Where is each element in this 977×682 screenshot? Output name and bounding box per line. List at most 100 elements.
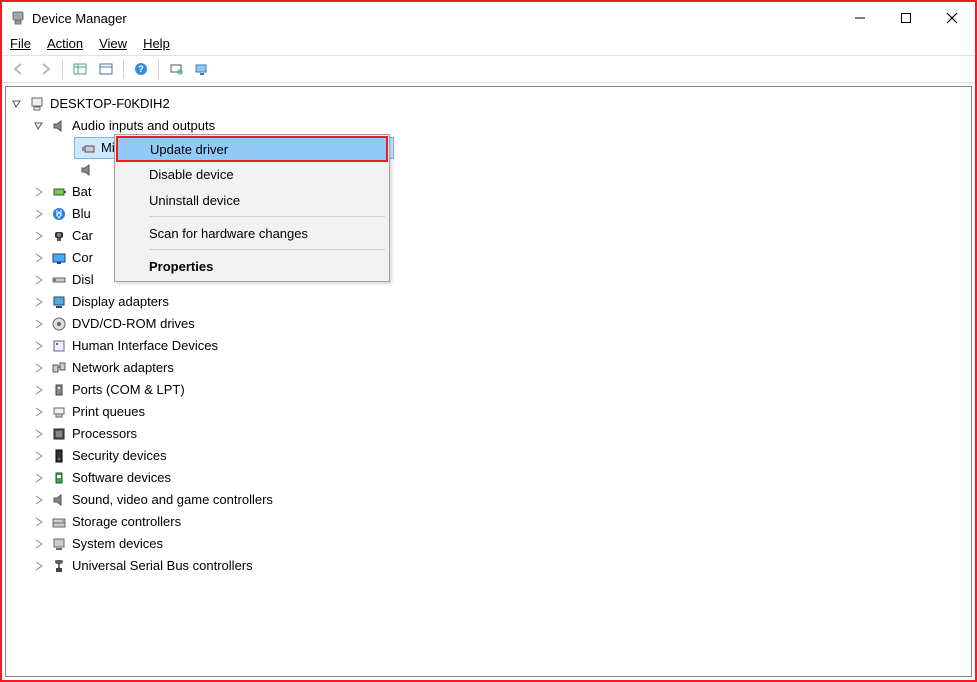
bluetooth-icon [50,205,68,223]
chevron-right-icon[interactable] [32,559,46,573]
speaker-icon [50,117,68,135]
chevron-down-icon[interactable] [10,97,24,111]
menu-item-label: Scan for hardware changes [149,226,308,241]
chevron-right-icon[interactable] [32,427,46,441]
camera-icon [50,227,68,245]
chevron-right-icon[interactable] [32,515,46,529]
tree-category[interactable]: Processors [10,423,967,445]
tree-device-label: Mi [101,137,115,159]
menu-help[interactable]: Help [143,36,170,51]
tree-category[interactable]: DVD/CD-ROM drives [10,313,967,335]
software-icon [50,469,68,487]
menu-scan-hardware[interactable]: Scan for hardware changes [117,220,387,246]
chevron-right-icon[interactable] [32,537,46,551]
show-hide-button[interactable] [69,58,91,80]
window-controls [837,3,975,33]
content-area: DESKTOP-F0KDIH2 Audio inputs and outputs… [5,86,972,677]
menu-item-label: Update driver [150,142,228,157]
tree-category[interactable]: Display adapters [10,291,967,313]
properties-button[interactable] [95,58,117,80]
chevron-right-icon[interactable] [32,405,46,419]
menu-properties[interactable]: Properties [117,253,387,279]
chevron-right-icon[interactable] [32,273,46,287]
tree-category[interactable]: Network adapters [10,357,967,379]
tree-category-label: Print queues [72,401,145,423]
chevron-right-icon[interactable] [32,383,46,397]
chevron-right-icon[interactable] [32,229,46,243]
tree-category-label: Disl [72,269,94,291]
menu-update-driver[interactable]: Update driver [116,136,388,162]
tree-root-label: DESKTOP-F0KDIH2 [50,93,170,115]
help-button[interactable]: ? [130,58,152,80]
chevron-right-icon[interactable] [32,207,46,221]
tree-category-label: Ports (COM & LPT) [72,379,185,401]
display-adapter-icon [50,293,68,311]
dvd-icon [50,315,68,333]
menu-separator [149,249,385,250]
window-title: Device Manager [32,11,127,26]
menu-uninstall-device[interactable]: Uninstall device [117,187,387,213]
chevron-down-icon[interactable] [32,119,46,133]
close-button[interactable] [929,3,975,33]
forward-button[interactable] [34,58,56,80]
computer-icon [28,95,46,113]
menu-file[interactable]: File [10,36,31,51]
tree-category-label: Sound, video and game controllers [72,489,273,511]
scan-button[interactable] [165,58,187,80]
tree-category[interactable]: Human Interface Devices [10,335,967,357]
back-button[interactable] [8,58,30,80]
tree-category[interactable]: Software devices [10,467,967,489]
tree-category-label: Network adapters [72,357,174,379]
chevron-right-icon[interactable] [32,295,46,309]
chevron-right-icon[interactable] [32,471,46,485]
system-icon [50,535,68,553]
context-menu: Update driver Disable device Uninstall d… [114,134,390,282]
tree-root[interactable]: DESKTOP-F0KDIH2 [10,93,967,115]
tree-category-label: DVD/CD-ROM drives [72,313,195,335]
menu-item-label: Properties [149,259,213,274]
monitor-icon [50,249,68,267]
svg-text:?: ? [138,64,144,74]
chevron-right-icon[interactable] [32,449,46,463]
network-icon [50,359,68,377]
tree-category[interactable]: Security devices [10,445,967,467]
tree-category-label: Car [72,225,93,247]
printer-icon [50,403,68,421]
security-icon [50,447,68,465]
tree-category[interactable]: System devices [10,533,967,555]
tree-category[interactable]: Ports (COM & LPT) [10,379,967,401]
chevron-right-icon[interactable] [32,185,46,199]
tree-category-label: Bat [72,181,92,203]
tree-category-label: Storage controllers [72,511,181,533]
tree-category-label: Human Interface Devices [72,335,218,357]
storage-icon [50,513,68,531]
window-frame: Device Manager File Action View Help ? [0,0,977,682]
chevron-right-icon[interactable] [32,251,46,265]
tree-category[interactable]: Print queues [10,401,967,423]
menu-disable-device[interactable]: Disable device [117,161,387,187]
app-icon [10,10,26,26]
microphone-icon [79,139,97,157]
maximize-button[interactable] [883,3,929,33]
devices-button[interactable] [191,58,213,80]
minimize-button[interactable] [837,3,883,33]
menu-item-label: Disable device [149,167,234,182]
sound-icon [50,491,68,509]
toolbar-separator [123,59,124,79]
tree-category[interactable]: Storage controllers [10,511,967,533]
chevron-right-icon[interactable] [32,339,46,353]
chevron-right-icon[interactable] [32,493,46,507]
tree-category-label: Universal Serial Bus controllers [72,555,253,577]
toolbar-separator [62,59,63,79]
menu-view[interactable]: View [99,36,127,51]
menu-action[interactable]: Action [47,36,83,51]
menubar: File Action View Help [2,34,975,53]
chevron-right-icon[interactable] [32,317,46,331]
processor-icon [50,425,68,443]
tree-category[interactable]: Universal Serial Bus controllers [10,555,967,577]
titlebar: Device Manager [2,2,975,34]
tree-category-label: Processors [72,423,137,445]
tree-category-label: Software devices [72,467,171,489]
chevron-right-icon[interactable] [32,361,46,375]
tree-category[interactable]: Sound, video and game controllers [10,489,967,511]
